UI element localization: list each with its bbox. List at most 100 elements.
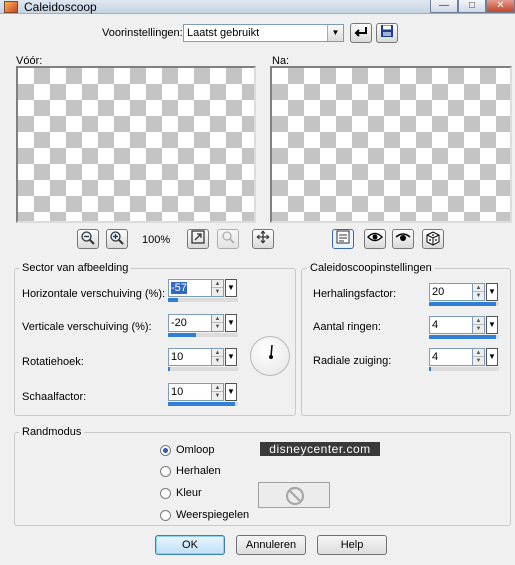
- window-title: Caleidoscoop: [24, 0, 97, 14]
- horizontal-offset-input[interactable]: -57: [168, 279, 212, 297]
- randomize-button[interactable]: [422, 229, 444, 249]
- vertical-offset-slider[interactable]: [168, 333, 238, 337]
- horizontal-offset-updown[interactable]: ▲ ▼: [212, 279, 224, 297]
- horizontal-offset-label: Horizontale verschuiving (%):: [22, 288, 166, 300]
- rotation-spinner[interactable]: 10 ▲ ▼ ▼: [168, 348, 238, 371]
- repeat-factor-slider[interactable]: [429, 302, 499, 306]
- horizontal-offset-dropdown[interactable]: ▼: [225, 279, 237, 297]
- ok-button[interactable]: OK: [155, 535, 225, 555]
- close-button[interactable]: ✕: [486, 0, 515, 13]
- zoom-in-icon: [110, 231, 124, 245]
- ring-count-dropdown[interactable]: ▼: [486, 316, 498, 334]
- fit-button[interactable]: [187, 229, 209, 249]
- zoom-out-icon: [81, 231, 95, 245]
- horizontal-offset-spinner[interactable]: -57 ▲ ▼ ▼: [168, 279, 238, 302]
- scale-label: Schaalfactor:: [22, 391, 87, 403]
- watermark: disneycenter.com: [260, 442, 380, 456]
- rotation-updown[interactable]: ▲ ▼: [212, 348, 224, 366]
- edge-repeat-label[interactable]: Herhalen: [176, 465, 221, 477]
- radial-suction-dropdown[interactable]: ▼: [486, 348, 498, 366]
- radial-suction-input[interactable]: 4: [429, 348, 473, 366]
- preview-toggle-icon: [336, 230, 350, 244]
- repeat-factor-label: Herhalingsfactor:: [313, 288, 397, 300]
- rotation-slider[interactable]: [168, 367, 238, 371]
- vertical-offset-spinner[interactable]: -20 ▲ ▼ ▼: [168, 314, 238, 337]
- undo-arrow-icon: [354, 27, 367, 37]
- proof-button[interactable]: [217, 229, 239, 249]
- vertical-offset-updown[interactable]: ▲ ▼: [212, 314, 224, 332]
- eye-icon: [395, 233, 411, 241]
- scale-spinner[interactable]: 10 ▲ ▼ ▼: [168, 383, 238, 406]
- radial-suction-label: Radiale zuiging:: [313, 355, 392, 367]
- scale-value: 10: [171, 386, 184, 398]
- rotation-dial[interactable]: [250, 336, 290, 376]
- dice-icon: [426, 231, 440, 246]
- pan-button[interactable]: [252, 229, 274, 249]
- edge-wrap-label[interactable]: Omloop: [176, 444, 215, 456]
- presets-value: Laatst gebruikt: [187, 27, 260, 39]
- edge-wrap-radio[interactable]: [160, 445, 171, 456]
- repeat-factor-spinner[interactable]: 20 ▲ ▼ ▼: [429, 283, 499, 306]
- ring-count-value: 4: [432, 319, 439, 331]
- rotation-input[interactable]: 10: [168, 348, 212, 366]
- eye-button[interactable]: [392, 229, 414, 249]
- repeat-factor-updown[interactable]: ▲ ▼: [473, 283, 485, 301]
- ring-count-updown[interactable]: ▲ ▼: [473, 316, 485, 334]
- zoom-level: 100%: [142, 234, 171, 246]
- zoom-out-button[interactable]: [77, 229, 99, 249]
- ring-count-spinner[interactable]: 4 ▲ ▼ ▼: [429, 316, 499, 339]
- move-icon: [256, 230, 270, 244]
- dial-needle-icon: [269, 344, 273, 359]
- reset-preset-button[interactable]: [350, 23, 372, 43]
- scale-slider[interactable]: [168, 402, 238, 406]
- save-preset-button[interactable]: [376, 23, 398, 43]
- rotation-dropdown[interactable]: ▼: [225, 348, 237, 366]
- scale-updown[interactable]: ▲ ▼: [212, 383, 224, 401]
- after-preview[interactable]: [270, 66, 512, 223]
- repeat-factor-dropdown[interactable]: ▼: [486, 283, 498, 301]
- radial-suction-value: 4: [432, 351, 439, 363]
- vertical-offset-dropdown[interactable]: ▼: [225, 314, 237, 332]
- radial-suction-updown[interactable]: ▲ ▼: [473, 348, 485, 366]
- title-bar: Caleidoscoop — □ ✕: [0, 0, 515, 14]
- scale-input[interactable]: 10: [168, 383, 212, 401]
- rotation-value: 10: [171, 351, 184, 363]
- sector-group-title: Sector van afbeelding: [19, 262, 132, 274]
- edge-color-radio[interactable]: [160, 488, 171, 499]
- vertical-offset-input[interactable]: -20: [168, 314, 212, 332]
- floppy-disk-icon: [381, 25, 393, 37]
- ring-count-input[interactable]: 4: [429, 316, 473, 334]
- color-swatch[interactable]: [258, 482, 330, 508]
- ring-count-slider[interactable]: [429, 335, 499, 339]
- no-color-icon: [285, 486, 305, 506]
- presets-dropdown[interactable]: Laatst gebruikt ▼: [183, 24, 344, 42]
- horizontal-offset-slider[interactable]: [168, 298, 238, 302]
- repeat-factor-input[interactable]: 20: [429, 283, 473, 301]
- horizontal-offset-value: -57: [171, 282, 187, 294]
- radial-suction-spinner[interactable]: 4 ▲ ▼ ▼: [429, 348, 499, 371]
- vertical-offset-value: -20: [171, 317, 187, 329]
- edge-mirror-label[interactable]: Weerspiegelen: [176, 509, 249, 521]
- edge-mirror-radio[interactable]: [160, 510, 171, 521]
- vertical-offset-label: Verticale verschuiving (%):: [22, 321, 152, 333]
- scale-dropdown[interactable]: ▼: [225, 383, 237, 401]
- before-preview[interactable]: [16, 66, 256, 223]
- cancel-button[interactable]: Annuleren: [236, 535, 306, 555]
- preview-toggle-button[interactable]: [332, 229, 354, 249]
- edge-color-label[interactable]: Kleur: [176, 487, 202, 499]
- maximize-button[interactable]: □: [458, 0, 486, 13]
- repeat-factor-value: 20: [432, 286, 445, 298]
- kaleido-group-title: Caleidoscoopinstellingen: [307, 262, 435, 274]
- edge-repeat-radio[interactable]: [160, 466, 171, 477]
- zoom-in-button[interactable]: [106, 229, 128, 249]
- presets-label: Voorinstellingen:: [102, 27, 183, 39]
- reset-button[interactable]: [364, 229, 386, 249]
- help-button[interactable]: Help: [317, 535, 387, 555]
- ring-count-label: Aantal ringen:: [313, 321, 381, 333]
- radial-suction-slider[interactable]: [429, 367, 499, 371]
- fit-icon: [191, 230, 205, 244]
- app-icon: [4, 1, 18, 13]
- proof-icon: [222, 231, 235, 244]
- minimize-button[interactable]: —: [430, 0, 458, 13]
- rotation-label: Rotatiehoek:: [22, 356, 84, 368]
